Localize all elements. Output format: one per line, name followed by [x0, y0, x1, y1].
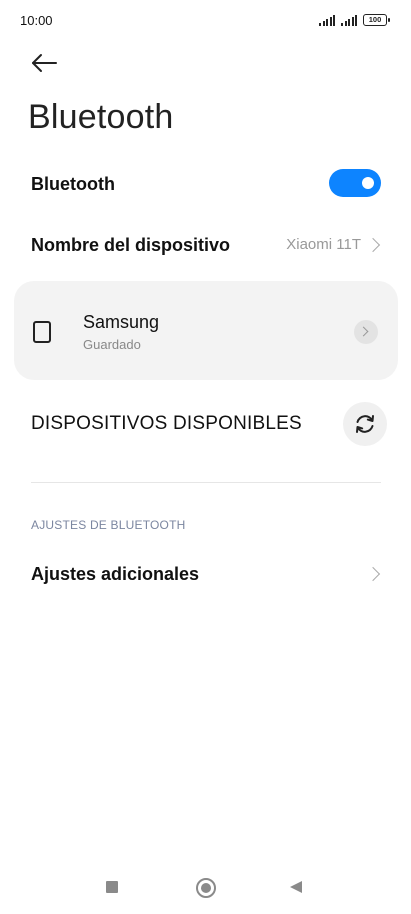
section-header: AJUSTES DE BLUETOOTH	[31, 518, 186, 532]
additional-settings-label: Ajustes adicionales	[31, 564, 200, 584]
page-title: Bluetooth	[28, 98, 174, 136]
nav-back-button[interactable]	[290, 881, 302, 893]
device-icon	[33, 321, 51, 343]
recents-button[interactable]	[106, 881, 118, 893]
home-button[interactable]	[196, 878, 216, 898]
refresh-icon	[356, 415, 374, 433]
device-name-label: Nombre del dispositivo	[31, 235, 231, 255]
battery-icon: 100	[363, 14, 390, 26]
bluetooth-label: Bluetooth	[31, 174, 115, 194]
status-bar: 10:00 100	[0, 0, 411, 40]
chevron-right-icon	[358, 326, 369, 336]
additional-settings-row[interactable]: Ajustes adicionales	[0, 552, 411, 598]
saved-device-card[interactable]: Samsung Guardado	[14, 281, 398, 380]
navigation-bar	[0, 860, 411, 914]
refresh-button[interactable]	[343, 402, 387, 446]
saved-device-name: Samsung	[83, 312, 160, 332]
cellular-signal-icon	[341, 14, 357, 26]
status-time: 10:00	[20, 13, 53, 28]
circle-icon	[201, 883, 211, 893]
bluetooth-toggle[interactable]	[329, 169, 381, 197]
divider	[31, 482, 381, 483]
arrow-left-icon	[32, 54, 57, 72]
back-button[interactable]	[26, 48, 62, 78]
device-name-value: Xiaomi 11T	[286, 236, 361, 253]
device-details-button[interactable]	[354, 320, 378, 344]
battery-level: 100	[368, 15, 382, 24]
available-devices-title: DISPOSITIVOS DISPONIBLES	[31, 413, 302, 434]
status-icons: 100	[319, 14, 390, 26]
saved-device-status: Guardado	[83, 337, 141, 352]
cellular-signal-icon	[319, 14, 335, 26]
toggle-knob	[362, 177, 374, 189]
